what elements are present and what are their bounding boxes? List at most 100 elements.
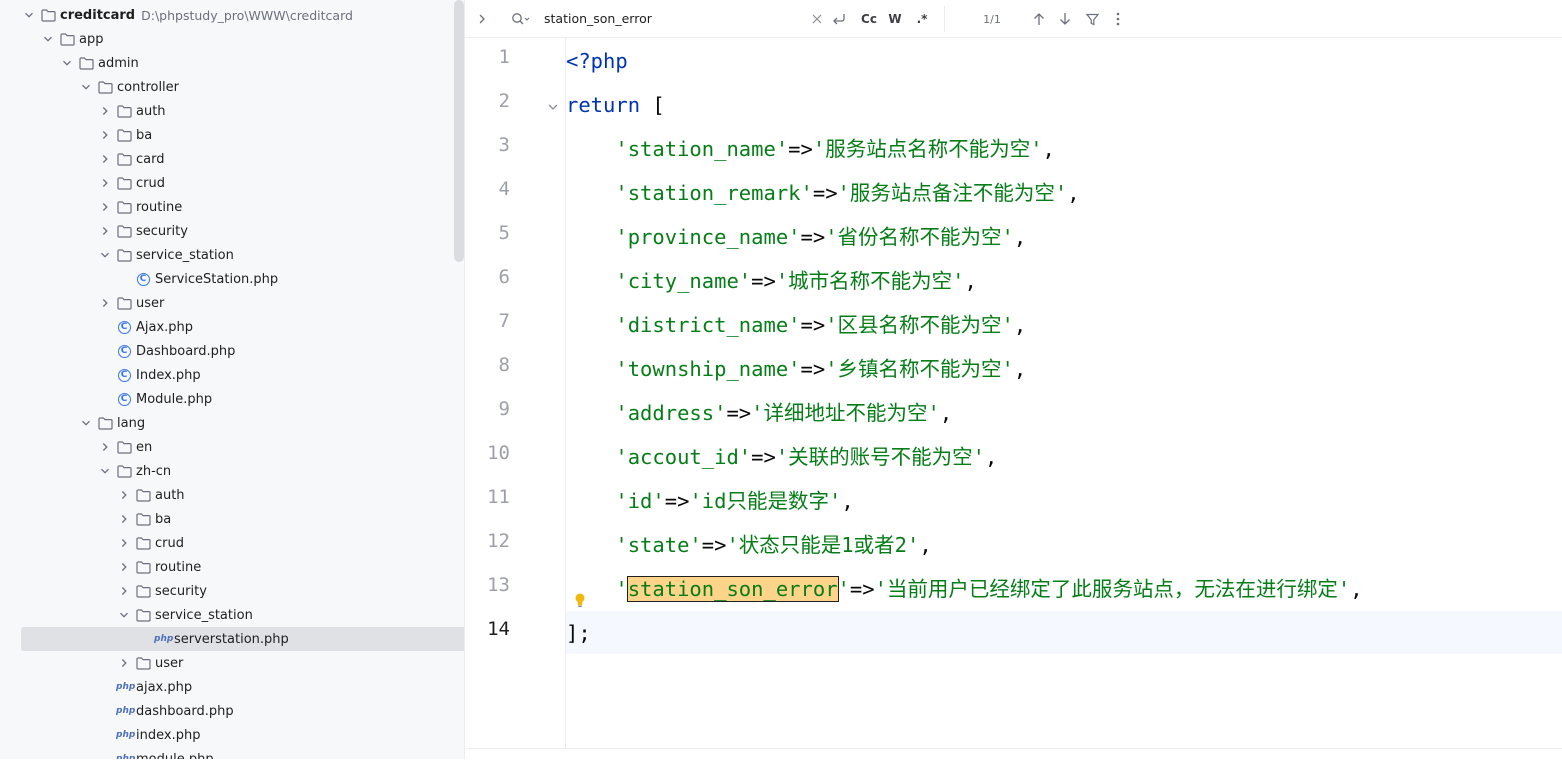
chevron-right-icon[interactable] xyxy=(98,176,112,190)
tree-item-auth[interactable]: auth xyxy=(0,99,464,123)
code-line[interactable]: 'city_name'=>'城市名称不能为空', xyxy=(566,266,977,296)
chevron-right-icon[interactable] xyxy=(117,560,131,574)
tree-item-dashboard-php[interactable]: C Dashboard.php xyxy=(0,339,464,363)
tree-item-ba[interactable]: ba xyxy=(0,123,464,147)
tree-item-crud[interactable]: crud xyxy=(0,171,464,195)
chevron-down-icon[interactable] xyxy=(41,32,55,46)
code-line[interactable]: <?php xyxy=(566,46,628,76)
tree-item-label: ba xyxy=(155,511,172,527)
tree-item-ajax-php[interactable]: php ajax.php xyxy=(0,675,464,699)
tree-item-crud[interactable]: crud xyxy=(0,531,464,555)
tree-item-module-php[interactable]: php module.php xyxy=(0,747,464,760)
chevron-right-icon[interactable] xyxy=(98,224,112,238)
tree-item-user[interactable]: user xyxy=(0,651,464,675)
tree-item-label: dashboard.php xyxy=(136,703,234,719)
next-occurrence-icon[interactable] xyxy=(1056,9,1074,29)
code-line[interactable]: 'address'=>'详细地址不能为空', xyxy=(566,398,952,428)
new-line-icon[interactable] xyxy=(830,9,848,29)
chevron-right-icon[interactable] xyxy=(98,440,112,454)
tree-item-servicestation-php[interactable]: C ServiceStation.php xyxy=(0,267,464,291)
tree-item-routine[interactable]: routine xyxy=(0,555,464,579)
chevron-down-icon[interactable] xyxy=(117,608,131,622)
chevron-down-icon[interactable] xyxy=(60,56,74,70)
tree-item-service-station[interactable]: service_station xyxy=(0,243,464,267)
previous-occurrence-icon[interactable] xyxy=(1030,9,1048,29)
folder-icon xyxy=(135,583,151,599)
filter-icon[interactable] xyxy=(1083,9,1101,29)
code-line[interactable]: 'station_son_error'=>'当前用户已经绑定了此服务站点，无法在… xyxy=(566,574,1363,604)
expand-replace-chevron-icon[interactable] xyxy=(474,9,490,29)
chevron-right-icon[interactable] xyxy=(98,152,112,166)
code-token: , xyxy=(964,269,977,293)
line-number-gutter[interactable]: 1 2 3 4 5 6 7 8 9 10 11 12 13 14 xyxy=(466,38,585,748)
tree-item-index-php[interactable]: php index.php xyxy=(0,723,464,747)
chevron-down-icon[interactable] xyxy=(79,80,93,94)
tree-item-service-station[interactable]: service_station xyxy=(0,603,464,627)
chevron-right-icon[interactable] xyxy=(98,104,112,118)
project-tree-scrollbar[interactable] xyxy=(454,0,464,262)
line-number: 4 xyxy=(498,178,510,200)
tree-item-controller[interactable]: controller xyxy=(0,75,464,99)
tree-item-module-php[interactable]: C Module.php xyxy=(0,387,464,411)
chevron-right-icon[interactable] xyxy=(117,584,131,598)
chevron-right-icon[interactable] xyxy=(117,512,131,526)
code-line[interactable]: 'station_remark'=>'服务站点备注不能为空', xyxy=(566,178,1079,208)
clear-search-icon[interactable] xyxy=(810,9,824,29)
code-token: => xyxy=(701,533,727,557)
code-line[interactable]: 'id'=>'id只能是数字', xyxy=(566,486,853,516)
tree-item-auth[interactable]: auth xyxy=(0,483,464,507)
chevron-down-icon[interactable] xyxy=(22,8,36,22)
chevron-right-icon[interactable] xyxy=(98,200,112,214)
tree-item-card[interactable]: card xyxy=(0,147,464,171)
chevron-down-icon[interactable] xyxy=(98,464,112,478)
line-number: 8 xyxy=(498,354,510,376)
chevron-down-icon[interactable] xyxy=(79,416,93,430)
tree-item-security[interactable]: security xyxy=(0,219,464,243)
chevron-right-icon[interactable] xyxy=(117,536,131,550)
tree-item-label: routine xyxy=(136,199,183,215)
tree-item-ba[interactable]: ba xyxy=(0,507,464,531)
search-history-icon[interactable] xyxy=(510,9,532,29)
match-count: 1/1 xyxy=(983,12,1001,26)
folder-icon xyxy=(135,559,151,575)
tree-item-app[interactable]: app xyxy=(0,27,464,51)
code-line[interactable]: 'accout_id'=>'关联的账号不能为空', xyxy=(566,442,997,472)
regex-toggle[interactable]: .* xyxy=(912,9,932,29)
tree-item-label: user xyxy=(155,655,184,671)
tree-item-index-php[interactable]: C Index.php xyxy=(0,363,464,387)
chevron-down-icon[interactable] xyxy=(98,248,112,262)
code-token: ' xyxy=(837,577,850,601)
match-case-toggle[interactable]: Cc xyxy=(858,9,880,29)
code-token: , xyxy=(1013,357,1027,381)
search-input[interactable]: station_son_error xyxy=(544,9,652,29)
code-line[interactable]: 'province_name'=>'省份名称不能为空', xyxy=(566,222,1026,252)
tree-item-lang[interactable]: lang xyxy=(0,411,464,435)
chevron-right-icon[interactable] xyxy=(117,488,131,502)
folder-icon xyxy=(135,535,151,551)
tree-item-zh-cn[interactable]: zh-cn xyxy=(0,459,464,483)
code-line[interactable]: 'township_name'=>'乡镇名称不能为空', xyxy=(566,354,1026,384)
tree-item-routine[interactable]: routine xyxy=(0,195,464,219)
code-line[interactable]: 'state'=>'状态只能是1或者2', xyxy=(566,530,931,560)
more-options-icon[interactable] xyxy=(1109,9,1127,29)
fold-chevron-icon[interactable] xyxy=(547,98,559,110)
code-line[interactable]: 'station_name'=>'服务站点名称不能为空', xyxy=(566,134,1055,164)
chevron-right-icon[interactable] xyxy=(98,128,112,142)
tree-item-admin[interactable]: admin xyxy=(0,51,464,75)
tree-item-ajax-php[interactable]: C Ajax.php xyxy=(0,315,464,339)
tree-item-security[interactable]: security xyxy=(0,579,464,603)
code-editor[interactable]: <?php return [ 'station_name'=>'服务站点名称不能为… xyxy=(566,38,1562,748)
tree-item-dashboard-php[interactable]: php dashboard.php xyxy=(0,699,464,723)
tree-item-en[interactable]: en xyxy=(0,435,464,459)
chevron-right-icon[interactable] xyxy=(98,296,112,310)
whole-words-toggle[interactable]: W xyxy=(885,9,905,29)
chevron-right-icon[interactable] xyxy=(117,656,131,670)
code-line[interactable]: return [ xyxy=(566,90,665,120)
tree-item-creditcard[interactable]: creditcard D:\phpstudy_pro\WWW\creditcard xyxy=(0,3,464,27)
code-line[interactable]: 'district_name'=>'区县名称不能为空', xyxy=(566,310,1026,340)
tree-item-serverstation-php[interactable]: php serverstation.php xyxy=(21,627,464,651)
tree-item-label: card xyxy=(136,151,165,167)
tree-item-user[interactable]: user xyxy=(0,291,464,315)
code-line[interactable]: ]; xyxy=(566,618,591,648)
